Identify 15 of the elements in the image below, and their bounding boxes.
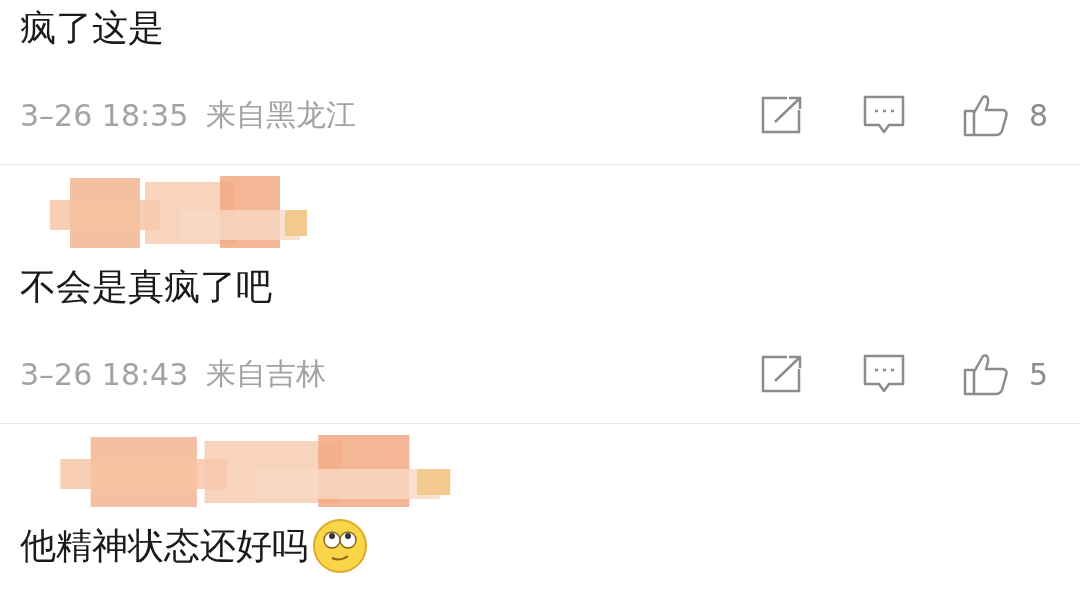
comment-text: 不会是真疯了吧 [20, 265, 272, 309]
like-count: 5 [1028, 356, 1048, 392]
comment-icon[interactable] [862, 354, 905, 394]
comment-icon[interactable] [862, 95, 905, 135]
comment-time: 3–26 18:35 [20, 97, 189, 133]
like-icon[interactable] [962, 93, 1009, 137]
comment-text: 他精神状态还好吗 [20, 524, 308, 568]
share-icon[interactable] [760, 355, 803, 393]
comment-location: 来自黑龙江 [206, 95, 357, 134]
share-icon[interactable] [760, 96, 803, 134]
like-count: 8 [1028, 97, 1048, 133]
comment-time: 3–26 18:43 [20, 356, 189, 392]
comment-location: 来自吉林 [206, 354, 327, 393]
like-icon[interactable] [962, 352, 1009, 396]
comment-text: 疯了这是 [20, 6, 164, 50]
